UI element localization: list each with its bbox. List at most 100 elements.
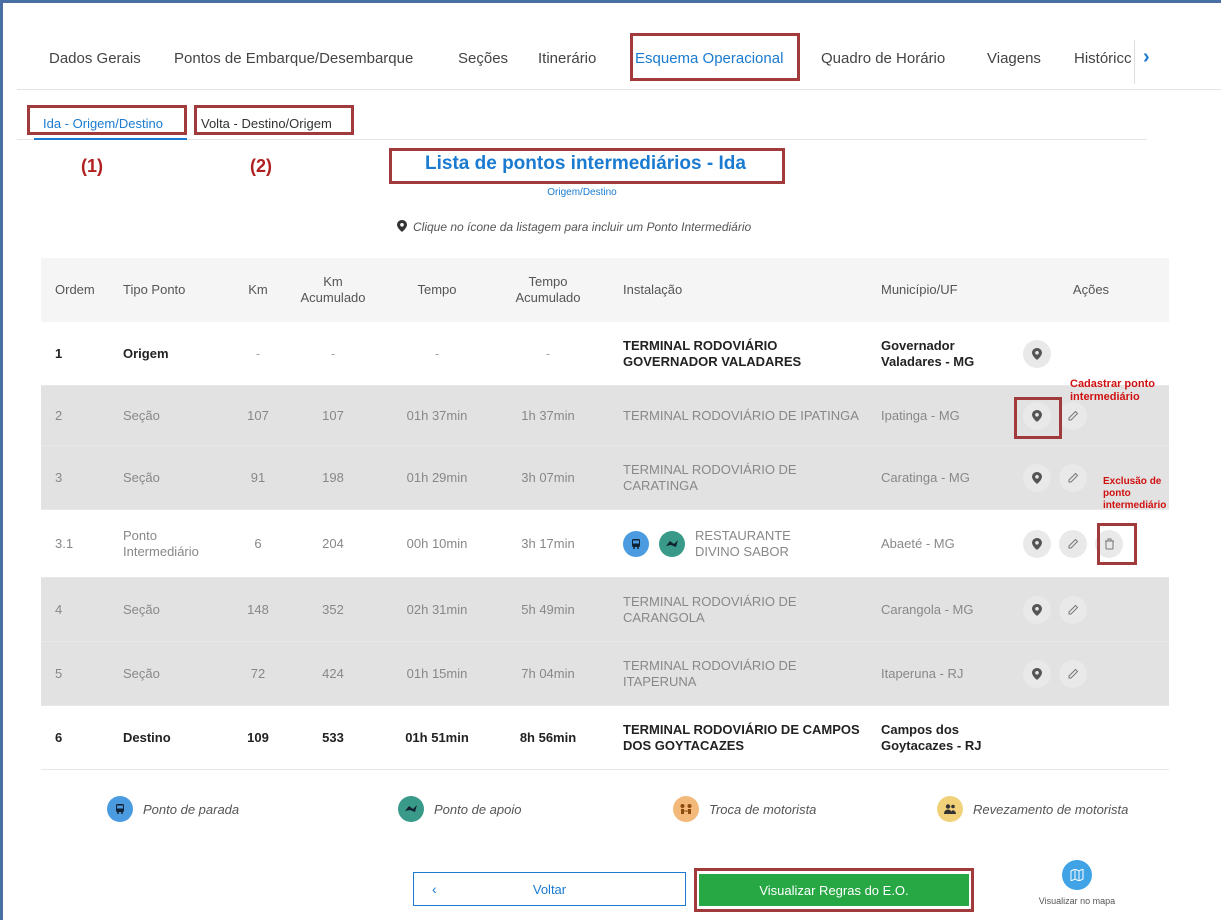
cell-ordem: 2	[55, 407, 63, 423]
tab-pontos-embarque[interactable]: Pontos de Embarque/Desembarque	[174, 50, 413, 67]
cell-tempo-acumulado: 7h 04min	[521, 665, 575, 681]
cell-tempo: 00h 10min	[406, 535, 468, 551]
cell-tempo: 01h 51min	[405, 729, 469, 745]
legend-item: Troca de motorista	[673, 796, 816, 822]
intermediate-points-table: Ordem Tipo Ponto Km Km Acumulado Tempo T…	[41, 258, 1169, 770]
cell-tipo: Origem	[123, 345, 169, 361]
cell-tipo: Destino	[123, 729, 171, 745]
cell-tipo: Seção	[123, 601, 160, 617]
table-row: 4 Seção 148 352 02h 31min 5h 49min TERMI…	[41, 578, 1169, 642]
cell-municipio: Abaeté - MG	[881, 535, 955, 551]
cell-km-acumulado: 533	[322, 729, 344, 745]
bus-icon	[107, 796, 133, 822]
tab-secoes[interactable]: Seções	[458, 50, 508, 67]
edit-button[interactable]	[1059, 529, 1087, 558]
table-header: Ordem Tipo Ponto Km Km Acumulado Tempo T…	[41, 258, 1169, 322]
cell-tempo-acumulado: 1h 37min	[521, 407, 575, 423]
cell-ordem: 3	[55, 469, 63, 485]
back-button-label: Voltar	[532, 881, 567, 897]
cell-km-acumulado: -	[330, 345, 336, 361]
cell-tempo-acumulado: 3h 17min	[521, 535, 575, 551]
legend-label: Ponto de parada	[143, 801, 240, 817]
highlight-box-add-point	[1014, 397, 1062, 439]
table-row: 6 Destino 109 533 01h 51min 8h 56min TER…	[41, 706, 1169, 770]
cell-instalacao-label: RESTAURANTE DIVINO SABOR	[695, 527, 791, 559]
table-row: 2 Seção 107 107 01h 37min 1h 37min TERMI…	[41, 386, 1169, 446]
header-km-acumulado: Km Acumulado	[300, 274, 366, 305]
hint-label: Clique no ícone da listagem para incluir…	[413, 220, 752, 234]
legend-item: Ponto de apoio	[398, 796, 521, 822]
cell-municipio: Itaperuna - RJ	[881, 665, 964, 681]
cell-municipio: Governador Valadares - MG	[881, 337, 975, 369]
tab-itinerario[interactable]: Itinerário	[538, 50, 596, 67]
cell-tipo: Ponto Intermediário	[123, 527, 199, 559]
cell-instalacao: TERMINAL RODOVIÁRIO DE ITAPERUNA	[623, 657, 797, 689]
header-acoes: Ações	[1072, 282, 1110, 297]
header-tempo-acumulado: Tempo Acumulado	[515, 274, 581, 305]
legend-label: Ponto de apoio	[434, 801, 522, 817]
pencil-icon	[1068, 472, 1079, 482]
cell-km: 72	[250, 665, 266, 681]
add-intermediate-point-button[interactable]	[1023, 529, 1051, 558]
map-pin-icon	[1032, 667, 1042, 680]
cell-km: 6	[254, 535, 262, 551]
chevron-left-icon: ‹	[432, 881, 437, 897]
cell-instalacao: TERMINAL RODOVIÁRIO DE CARANGOLA	[623, 593, 797, 625]
add-intermediate-point-button[interactable]	[1023, 463, 1051, 492]
add-intermediate-point-button[interactable]	[1023, 659, 1051, 688]
driver-relay-icon	[937, 796, 963, 822]
cell-tipo: Seção	[123, 665, 160, 681]
bus-icon	[623, 530, 649, 557]
hint-text: Clique no ícone da listagem para incluir…	[397, 220, 751, 235]
chevron-right-icon[interactable]: ›	[1143, 46, 1150, 69]
cell-instalacao: TERMINAL RODOVIÁRIO GOVERNADOR VALADARES	[623, 337, 802, 369]
header-ordem: Ordem	[55, 282, 95, 297]
add-intermediate-point-button[interactable]	[1023, 339, 1051, 368]
cell-municipio: Caratinga - MG	[881, 469, 970, 485]
tab-viagens[interactable]: Viagens	[987, 50, 1041, 67]
table-row: 3.1 Ponto Intermediário 6 204 00h 10min …	[41, 510, 1169, 578]
edit-button[interactable]	[1059, 401, 1087, 430]
edit-button[interactable]	[1059, 463, 1087, 492]
cell-km: -	[255, 345, 261, 361]
cell-km-acumulado: 198	[322, 469, 344, 485]
tab-dados-gerais[interactable]: Dados Gerais	[49, 50, 141, 67]
cell-instalacao: TERMINAL RODOVIÁRIO DE IPATINGA	[623, 407, 859, 423]
legend-label: Revezamento de motorista	[973, 801, 1129, 817]
cell-municipio: Ipatinga - MG	[881, 407, 960, 423]
pencil-icon	[1068, 410, 1079, 420]
edit-button[interactable]	[1059, 659, 1087, 688]
tab-divider	[1134, 40, 1135, 84]
table-row: 3 Seção 91 198 01h 29min 3h 07min TERMIN…	[41, 446, 1169, 510]
tab-bar: Dados Gerais Pontos de Embarque/Desembar…	[17, 30, 1221, 90]
cell-ordem: 3.1	[55, 535, 74, 551]
support-icon	[659, 530, 685, 557]
main-content: Dados Gerais Pontos de Embarque/Desembar…	[17, 8, 1221, 920]
cell-tempo-acumulado: -	[545, 345, 551, 361]
cell-tempo-acumulado: 8h 56min	[519, 729, 577, 745]
cell-tempo-acumulado: 3h 07min	[521, 469, 575, 485]
map-pin-icon	[1032, 471, 1042, 484]
cell-ordem: 5	[55, 665, 63, 681]
edit-button[interactable]	[1059, 595, 1087, 624]
highlight-box-tab	[630, 33, 800, 81]
back-button[interactable]: ‹ Voltar	[413, 872, 686, 906]
tab-quadro-horario[interactable]: Quadro de Horário	[821, 50, 945, 67]
cell-acoes	[1021, 578, 1161, 641]
view-on-map-button[interactable]: Visualizar no mapa	[1032, 860, 1122, 906]
cell-ordem: 1	[55, 345, 63, 361]
cell-municipio: Campos dos Goytacazes - RJ	[881, 721, 982, 753]
highlight-box-subtab-volta	[194, 105, 354, 135]
cell-km-acumulado: 107	[322, 407, 344, 423]
table-row: 1 Origem - - - - TERMINAL RODOVIÁRIO GOV…	[41, 322, 1169, 386]
cell-km: 107	[247, 407, 269, 423]
map-pin-icon	[397, 220, 407, 235]
page-subtitle: Origem/Destino	[547, 187, 617, 198]
subtab-active-indicator	[34, 138, 187, 140]
table-row: 5 Seção 72 424 01h 15min 7h 04min TERMIN…	[41, 642, 1169, 706]
tab-historico[interactable]: Históricc	[1074, 50, 1134, 67]
pencil-icon	[1068, 668, 1079, 678]
map-icon	[1062, 860, 1092, 890]
cell-tipo: Seção	[123, 407, 160, 423]
add-intermediate-point-button[interactable]	[1023, 595, 1051, 624]
